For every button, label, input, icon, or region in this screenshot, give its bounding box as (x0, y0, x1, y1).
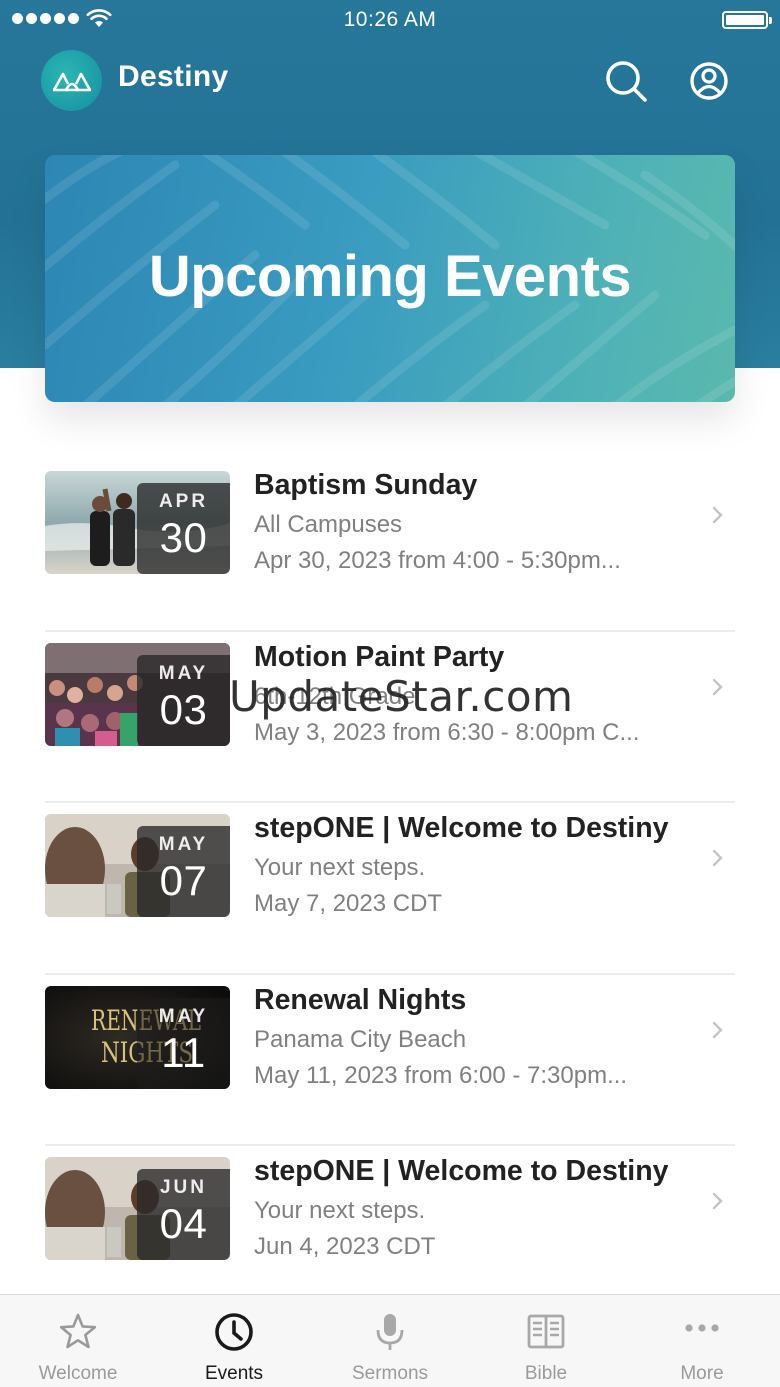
event-subtitle: All Campuses (254, 511, 403, 538)
event-thumbnail: JUN 04 (45, 1157, 230, 1260)
event-datetime: May 7, 2023 CDT (254, 890, 443, 917)
event-day: 03 (159, 685, 208, 733)
event-thumbnail: RENEWAL NIGHTS MAY 11 (45, 985, 230, 1089)
star-icon (59, 1313, 97, 1349)
event-day: 04 (159, 1200, 208, 1247)
event-day: 30 (159, 514, 208, 561)
banner-title: Upcoming Events (148, 244, 632, 309)
tab-bar: Welcome Events Sermons Bible More (0, 1294, 780, 1387)
battery-icon (722, 11, 772, 29)
status-time: 10:26 AM (343, 8, 437, 31)
event-day: 11 (161, 1028, 206, 1076)
event-month: APR (158, 491, 209, 512)
tab-more[interactable]: More (624, 1295, 780, 1387)
chevron-right-icon (712, 1021, 723, 1038)
event-datetime: Jun 4, 2023 CDT (254, 1233, 436, 1260)
clock-icon (215, 1313, 253, 1351)
watermark-text: UpdateStar.com (229, 672, 574, 721)
event-thumbnail: APR 30 (45, 471, 230, 574)
event-date-badge: MAY 07 (137, 826, 230, 917)
chevron-right-icon (712, 506, 723, 524)
upcoming-events-banner: Upcoming Events (45, 155, 735, 402)
tab-welcome[interactable]: Welcome (0, 1295, 156, 1387)
event-row[interactable]: MAY 07 stepONE | Welcome to Destiny Your… (45, 803, 735, 975)
event-row[interactable]: JUN 04 stepONE | Welcome to Destiny Your… (45, 1146, 735, 1318)
event-day: 07 (159, 857, 208, 904)
tab-label: Sermons (351, 1363, 429, 1384)
event-title: Motion Paint Party (254, 640, 505, 673)
event-month: MAY (158, 662, 209, 684)
tab-label: Events (204, 1363, 264, 1384)
book-icon (527, 1314, 565, 1349)
event-subtitle: Panama City Beach (254, 1025, 467, 1053)
event-subtitle: Your next steps. (254, 854, 426, 881)
event-thumbnail: MAY 07 (45, 814, 230, 917)
tab-bible[interactable]: Bible (468, 1295, 624, 1387)
event-month: MAY (158, 1005, 209, 1027)
event-subtitle: Your next steps. (254, 1197, 426, 1224)
tab-sermons[interactable]: Sermons (312, 1295, 468, 1387)
more-dots-icon (685, 1324, 719, 1332)
event-date-badge: MAY 11 (137, 997, 230, 1089)
event-row[interactable]: APR 30 Baptism Sunday All Campuses Apr 3… (45, 460, 735, 632)
event-date-badge: APR 30 (137, 483, 230, 574)
event-datetime: Apr 30, 2023 from 4:00 - 5:30pm... (254, 547, 621, 574)
app-title: Destiny (118, 60, 229, 93)
tab-events[interactable]: Events (156, 1295, 312, 1387)
profile-icon[interactable] (686, 58, 732, 104)
event-title: Renewal Nights (254, 983, 467, 1016)
tab-label: Bible (524, 1363, 568, 1384)
event-thumbnail: MAY 03 (45, 642, 230, 746)
tab-label: More (680, 1363, 724, 1384)
event-month: JUN (159, 1177, 207, 1198)
chevron-right-icon (712, 678, 723, 695)
event-month: MAY (158, 834, 209, 855)
event-datetime: May 11, 2023 from 6:00 - 7:30pm... (254, 1061, 628, 1089)
app-bar: Destiny (0, 48, 780, 112)
event-title: stepONE | Welcome to Destiny (254, 812, 669, 844)
event-title: stepONE | Welcome to Destiny (254, 1155, 669, 1187)
microphone-icon (376, 1314, 404, 1350)
events-list: APR 30 Baptism Sunday All Campuses Apr 3… (45, 460, 735, 1318)
event-row[interactable]: RENEWAL NIGHTS MAY 11 Renewal Nights Pan… (45, 975, 735, 1146)
tab-label: Welcome (38, 1363, 118, 1384)
app-logo[interactable] (41, 50, 102, 111)
destiny-logo-icon (52, 72, 92, 92)
status-bar: 10:26 AM (0, 0, 780, 40)
chevron-right-icon (712, 849, 723, 867)
event-date-badge: JUN 04 (137, 1169, 230, 1260)
chevron-right-icon (712, 1192, 723, 1210)
event-date-badge: MAY 03 (137, 654, 230, 746)
event-title: Baptism Sunday (254, 469, 478, 501)
search-icon[interactable] (603, 58, 649, 104)
